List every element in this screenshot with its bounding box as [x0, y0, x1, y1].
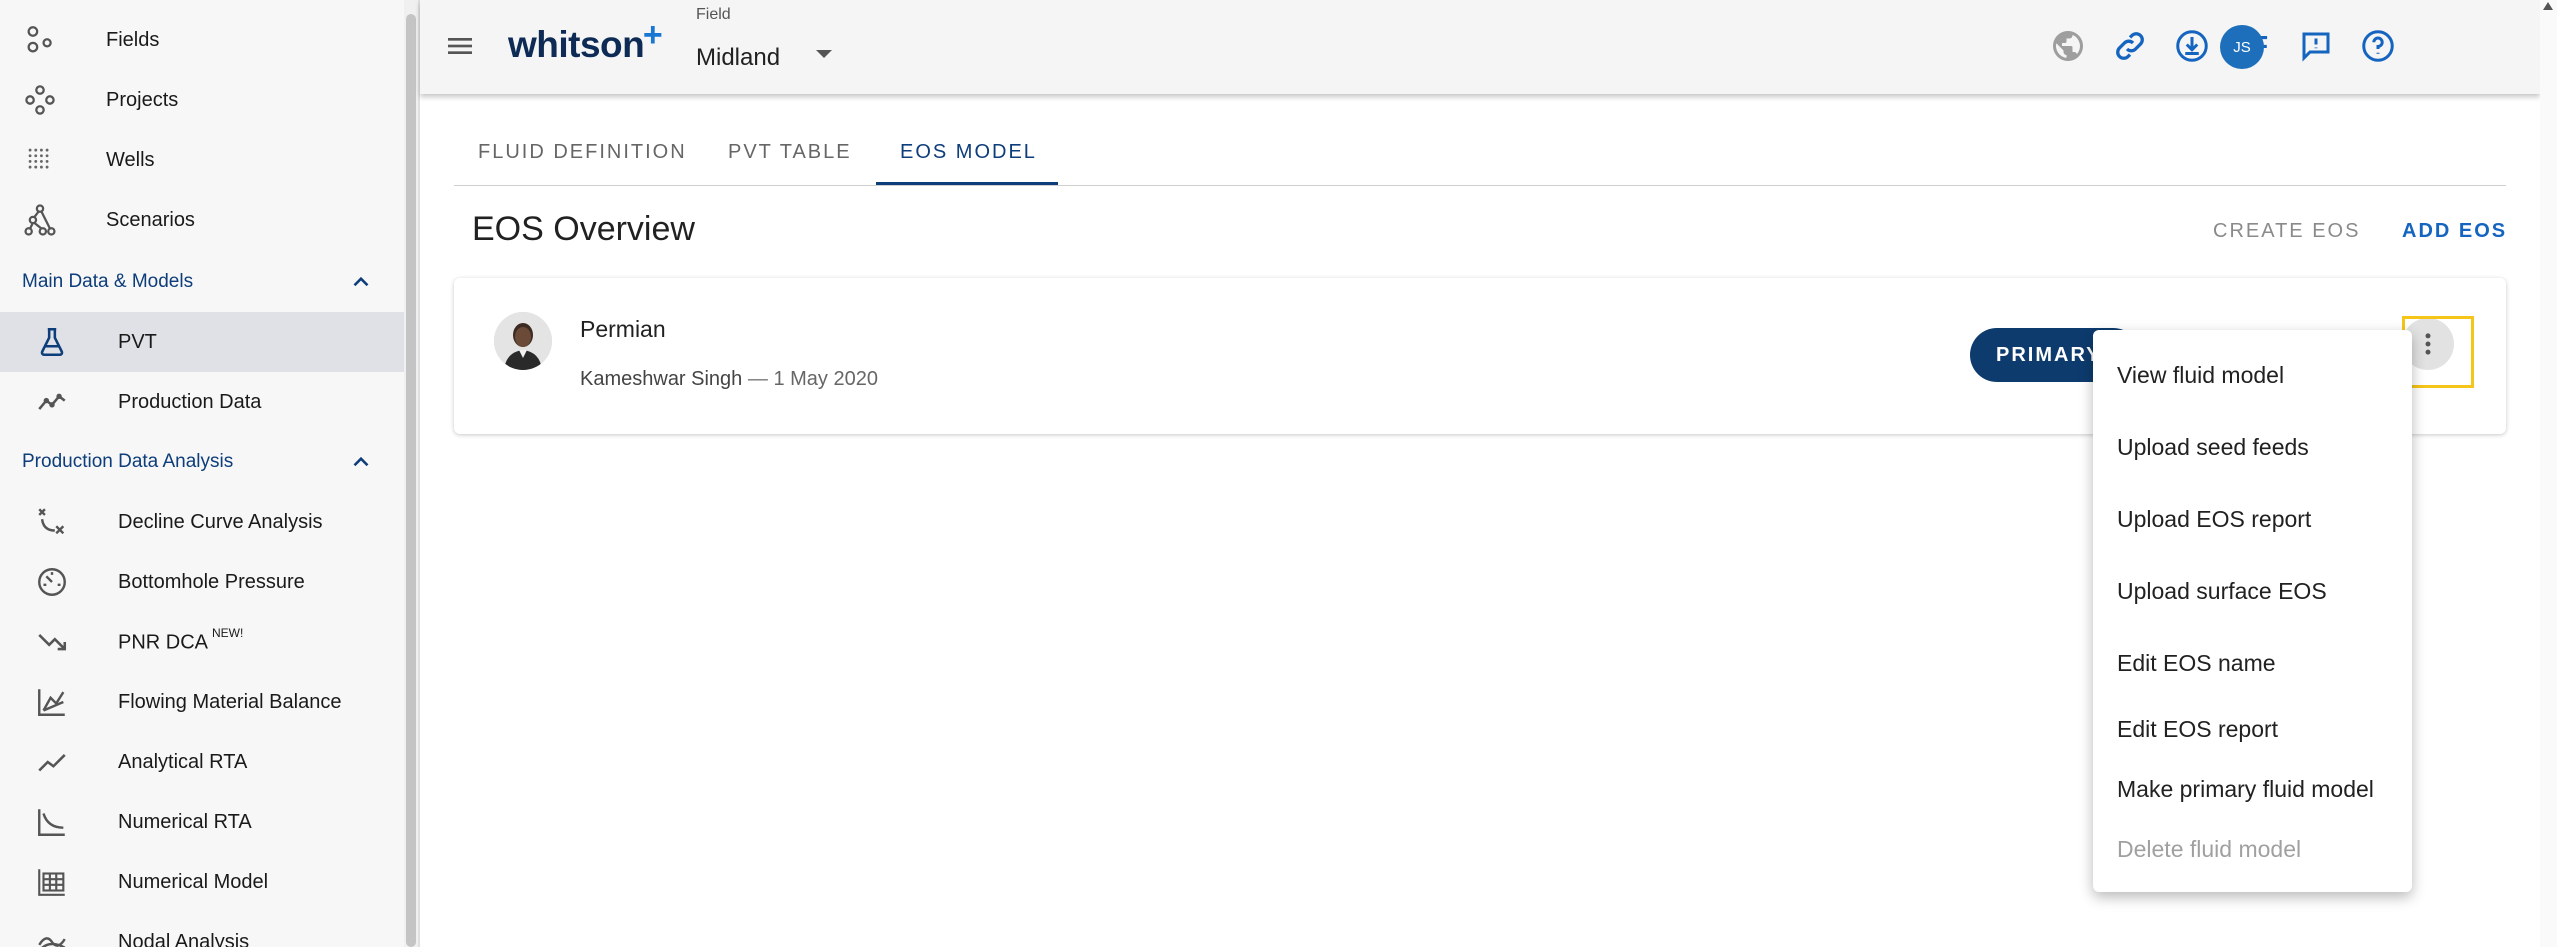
menu-item-make-primary-fluid-model[interactable]: Make primary fluid model: [2117, 776, 2374, 803]
sidebar-item-production-data[interactable]: Production Data: [0, 372, 404, 432]
sidebar-item-label: Production Data: [118, 390, 262, 413]
sidebar-item-flowing-material-balance[interactable]: Flowing Material Balance: [0, 672, 404, 732]
sidebar-item-analytical-rta[interactable]: Analytical RTA: [0, 732, 404, 792]
sidebar-item-pnr-dca[interactable]: PNR DCA NEW!: [0, 612, 404, 672]
feedback-icon: [2302, 32, 2330, 62]
eos-name: Permian: [580, 316, 666, 342]
sidebar-item-nodal-analysis[interactable]: Nodal Analysis: [0, 912, 404, 947]
numerical-rta-icon: [34, 804, 70, 840]
eos-author: Kameshwar Singh: [580, 368, 743, 390]
menu-item-upload-surface-eos[interactable]: Upload surface EOS: [2117, 578, 2327, 605]
menu-item-view-fluid-model[interactable]: View fluid model: [2117, 362, 2284, 389]
top-app-bar: whitson+ Field Midland °F JS: [420, 0, 2540, 94]
sidebar-item-label: Numerical Model: [118, 870, 269, 893]
sidebar-item-label: Bottomhole Pressure: [118, 570, 305, 593]
author-avatar: [494, 312, 552, 370]
decline-curve-icon: [34, 504, 70, 540]
sidebar-item-label: Nodal Analysis: [118, 930, 250, 947]
section-title: Production Data Analysis: [22, 451, 234, 472]
line-chart-icon: [34, 384, 70, 420]
sidebar-item-label: Flowing Material Balance: [118, 690, 342, 713]
active-tab-indicator: [876, 182, 1058, 185]
meta-separator: —: [747, 368, 768, 390]
trending-down-icon: [34, 624, 70, 660]
nodal-icon: [34, 924, 70, 947]
globe-icon: [2053, 31, 2084, 61]
sidebar-item-numerical-rta[interactable]: Numerical RTA: [0, 792, 404, 852]
tab-fluid-definition[interactable]: FLUID DEFINITION: [478, 118, 687, 186]
help-button[interactable]: [2358, 26, 2398, 66]
sidebar-item-wells[interactable]: Wells: [0, 130, 404, 190]
scroll-up-arrow-icon[interactable]: [2543, 2, 2553, 10]
sidebar-item-projects[interactable]: Projects: [0, 70, 404, 130]
scenarios-icon: [22, 202, 58, 238]
sidebar-item-label: PNR DCA NEW!: [118, 625, 244, 654]
sidebar-item-label: Decline Curve Analysis: [118, 510, 323, 533]
link-button[interactable]: [2110, 26, 2150, 66]
tab-pvt-table[interactable]: PVT TABLE: [728, 118, 852, 186]
menu-item-edit-eos-name[interactable]: Edit EOS name: [2117, 650, 2276, 677]
hamburger-menu-icon: [448, 38, 472, 54]
new-badge: NEW!: [212, 625, 244, 640]
feedback-button[interactable]: [2296, 26, 2336, 66]
sidebar-item-label: PVT: [118, 330, 157, 353]
analytical-rta-icon: [34, 744, 70, 780]
page-title: EOS Overview: [472, 210, 695, 248]
sidebar-item-label: Analytical RTA: [118, 750, 248, 773]
sidebar-item-bottomhole-pressure[interactable]: Bottomhole Pressure: [0, 552, 404, 612]
menu-item-edit-eos-report[interactable]: Edit EOS report: [2117, 716, 2278, 743]
eos-date: 1 May 2020: [773, 368, 878, 390]
sidebar-item-label: Projects: [106, 88, 179, 111]
projects-icon: [22, 82, 58, 118]
create-eos-button[interactable]: CREATE EOS: [2213, 220, 2360, 243]
sidebar-item-numerical-model[interactable]: Numerical Model: [0, 852, 404, 912]
material-balance-icon: [34, 684, 70, 720]
globe-button[interactable]: [2048, 26, 2088, 66]
page-scrollbar[interactable]: [2540, 0, 2557, 947]
sidebar-item-pvt[interactable]: PVT: [0, 312, 404, 372]
add-eos-button[interactable]: ADD EOS: [2402, 220, 2507, 243]
sidebar-item-label: Fields: [106, 28, 160, 51]
link-icon: [2116, 32, 2144, 60]
wells-icon: [22, 142, 58, 178]
sidebar-scrollbar-thumb[interactable]: [406, 14, 416, 947]
sidebar-item-label: Wells: [106, 148, 155, 171]
download-button[interactable]: [2172, 26, 2212, 66]
section-title: Main Data & Models: [22, 271, 194, 292]
fields-icon: [22, 22, 58, 58]
menu-item-upload-seed-feeds[interactable]: Upload seed feeds: [2117, 434, 2309, 461]
section-header-main-data[interactable]: Main Data & Models: [0, 254, 404, 310]
focus-highlight: [2402, 316, 2474, 388]
sidebar-divider: [418, 0, 420, 947]
caret-down-icon: [816, 50, 832, 58]
field-label: Field: [696, 6, 731, 23]
download-icon: [2176, 30, 2208, 62]
tab-bar: FLUID DEFINITION PVT TABLE EOS MODEL: [454, 118, 2506, 186]
field-select-value: Midland: [696, 44, 781, 71]
menu-item-delete-fluid-model: Delete fluid model: [2117, 836, 2302, 862]
help-icon: [2362, 30, 2394, 62]
gauge-icon: [34, 564, 70, 600]
field-select[interactable]: Midland: [696, 38, 836, 78]
eos-context-menu: View fluid model Upload seed feeds Uploa…: [2093, 330, 2412, 892]
menu-button[interactable]: [442, 28, 478, 64]
tab-eos-model[interactable]: EOS MODEL: [900, 118, 1037, 186]
sidebar-item-fields[interactable]: Fields: [0, 10, 404, 70]
sidebar-item-label: Scenarios: [106, 208, 195, 231]
user-avatar[interactable]: JS: [2220, 25, 2264, 69]
flask-icon: [34, 324, 70, 360]
whitson-logo[interactable]: whitson +: [508, 16, 663, 66]
sidebar-item-scenarios[interactable]: Scenarios: [0, 190, 404, 250]
sidebar-item-label: Numerical RTA: [118, 810, 252, 833]
section-header-production-analysis[interactable]: Production Data Analysis: [0, 434, 404, 490]
sidebar: Fields Projects Wells Scenarios Main Dat…: [0, 0, 408, 947]
eos-meta: Kameshwar Singh — 1 May 2020: [580, 368, 878, 391]
chevron-up-icon: [346, 267, 376, 297]
grid-model-icon: [34, 864, 70, 900]
sidebar-item-decline-curve-analysis[interactable]: Decline Curve Analysis: [0, 492, 404, 552]
menu-item-upload-eos-report[interactable]: Upload EOS report: [2117, 506, 2311, 533]
chevron-up-icon: [346, 447, 376, 477]
